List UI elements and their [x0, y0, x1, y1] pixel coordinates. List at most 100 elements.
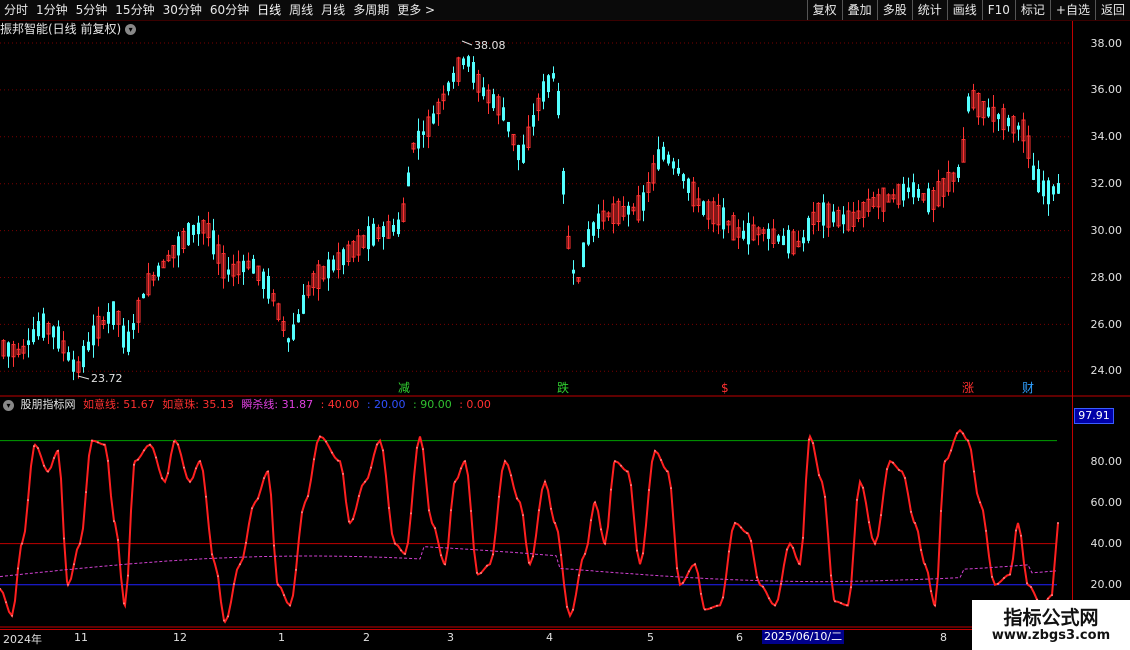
candle-body [657, 149, 660, 170]
candle-body [392, 225, 395, 232]
ruyi-pearl-dot [584, 552, 586, 555]
ruyi-pearl-dot [107, 459, 109, 462]
ruyi-pearl-dot [924, 563, 926, 566]
ruyi-pearl-dot [223, 619, 225, 622]
ruyi-pearl-dot [195, 467, 197, 470]
ruyi-pearl-dot [277, 583, 279, 586]
candle-body [57, 326, 60, 349]
ruyi-pearl-dot [746, 532, 748, 535]
price-tick: 30.00 [1090, 224, 1123, 237]
price-axis: 38.00 36.00 34.00 32.00 30.00 28.00 26.0… [1072, 21, 1130, 629]
price-tick: 26.00 [1090, 318, 1123, 331]
ruyi-pearl-dot [450, 509, 452, 512]
date-tick: 2 [363, 631, 370, 644]
candle-body [72, 359, 75, 372]
ruyi-pearl-dot [930, 590, 932, 593]
ruyi-pearl-dot [572, 608, 574, 611]
candle-body [432, 113, 435, 124]
ruyi-pearl-dot [177, 443, 179, 446]
indicator-value-ruyi-pearl: 如意珠: 35.13 [162, 398, 234, 411]
ruyi-pearl-dot [786, 548, 788, 551]
ruyi-pearl-dot [11, 614, 13, 617]
ruyi-pearl-dot [404, 552, 406, 555]
ruyi-pearl-dot [37, 447, 39, 450]
candle-body [802, 237, 805, 244]
event-marker: 财 [1022, 381, 1034, 395]
candle-body [572, 269, 575, 274]
indicator-tick: 20.00 [1090, 578, 1123, 591]
ruyi-pearl-dot [103, 443, 105, 446]
ruyi-pearl-dot [117, 538, 119, 541]
ruyi-pearl-dot [967, 439, 969, 442]
ruyi-pearl-dot [337, 459, 339, 462]
candle-body [112, 301, 115, 325]
kline-chart-canvas[interactable]: 38.08 23.72 减 跌 $ 涨 财 [0, 0, 1130, 650]
ruyi-pearl-dot [920, 548, 922, 551]
candle-body [787, 229, 790, 254]
candle-body [142, 293, 145, 299]
ruyi-pearl-dot [550, 507, 552, 510]
candle-body [562, 170, 565, 195]
candle-body [327, 259, 330, 279]
ruyi-pearl-dot [1026, 582, 1028, 585]
date-tick: 1 [278, 631, 285, 644]
event-marker: 涨 [962, 380, 974, 395]
candle-body [912, 182, 915, 198]
watermark-title: 指标公式网 [1003, 607, 1099, 629]
ruyi-pearl-dot [840, 602, 842, 605]
ruyi-pearl-dot [808, 438, 810, 441]
candle-body [422, 131, 425, 135]
candle-body [672, 161, 675, 169]
ruyi-pearl-dot [370, 466, 372, 469]
ruyi-pearl-dot [319, 435, 321, 438]
ruyi-pearl-dot [750, 539, 752, 542]
date-axis: 2024年 11 12 1 2 3 4 5 6 8 [0, 629, 1073, 646]
ruyi-pearl-dot [862, 486, 864, 489]
ruyi-pearl-dot [874, 542, 876, 545]
ruyi-pearl-dot [812, 442, 814, 445]
candle-body [127, 331, 130, 352]
candle-body [627, 205, 630, 215]
ruyi-pearl-dot [283, 594, 285, 597]
ruyi-pearl-dot [410, 512, 412, 515]
chevron-down-icon[interactable]: ▾ [3, 399, 14, 411]
ruyi-pearl-dot [251, 507, 253, 510]
candle-body [747, 222, 750, 245]
ruyi-pearl-dot [17, 567, 19, 570]
ruyi-pearl-dot [768, 597, 770, 600]
ruyi-pearl-dot [267, 470, 269, 473]
candle-body [907, 187, 910, 193]
candle-body [192, 225, 195, 235]
ruyi-pearl-dot [780, 583, 782, 586]
ruyi-pearl-dot [590, 519, 592, 522]
candle-body [302, 294, 305, 314]
ruyi-pearl-dot [950, 449, 952, 452]
candle-body [462, 58, 465, 66]
ruyi-pearl-dot [985, 529, 987, 532]
ruyi-pearl-dot [217, 575, 219, 578]
price-tick: 32.00 [1090, 177, 1123, 190]
candle-body [782, 235, 785, 246]
candle-body [667, 154, 670, 164]
candle-body [372, 223, 375, 246]
ruyi-pearl-dot [666, 470, 668, 473]
candle-body [967, 96, 970, 112]
candle-body [557, 90, 560, 116]
candle-body [92, 325, 95, 346]
indicator-tick: 40.00 [1090, 537, 1123, 550]
ruyi-pearl-dot [648, 489, 650, 492]
ruyi-pearl-dot [740, 526, 742, 529]
ruyi-pearl-dot [97, 441, 99, 444]
ruyi-pearl-dot [792, 546, 794, 549]
candle-body [107, 311, 110, 324]
ruyi-pearl-dot [830, 574, 832, 577]
candle-body [822, 202, 825, 226]
ruyi-pearl-dot [63, 537, 65, 540]
candle-body [1047, 180, 1050, 205]
ruyi-pearl-dot [444, 563, 446, 566]
event-marker: 减 [398, 381, 410, 395]
low-pointer [77, 375, 90, 380]
candle-body [832, 211, 835, 223]
candle-body [777, 235, 780, 242]
ruyi-pearl-dot [227, 615, 229, 618]
